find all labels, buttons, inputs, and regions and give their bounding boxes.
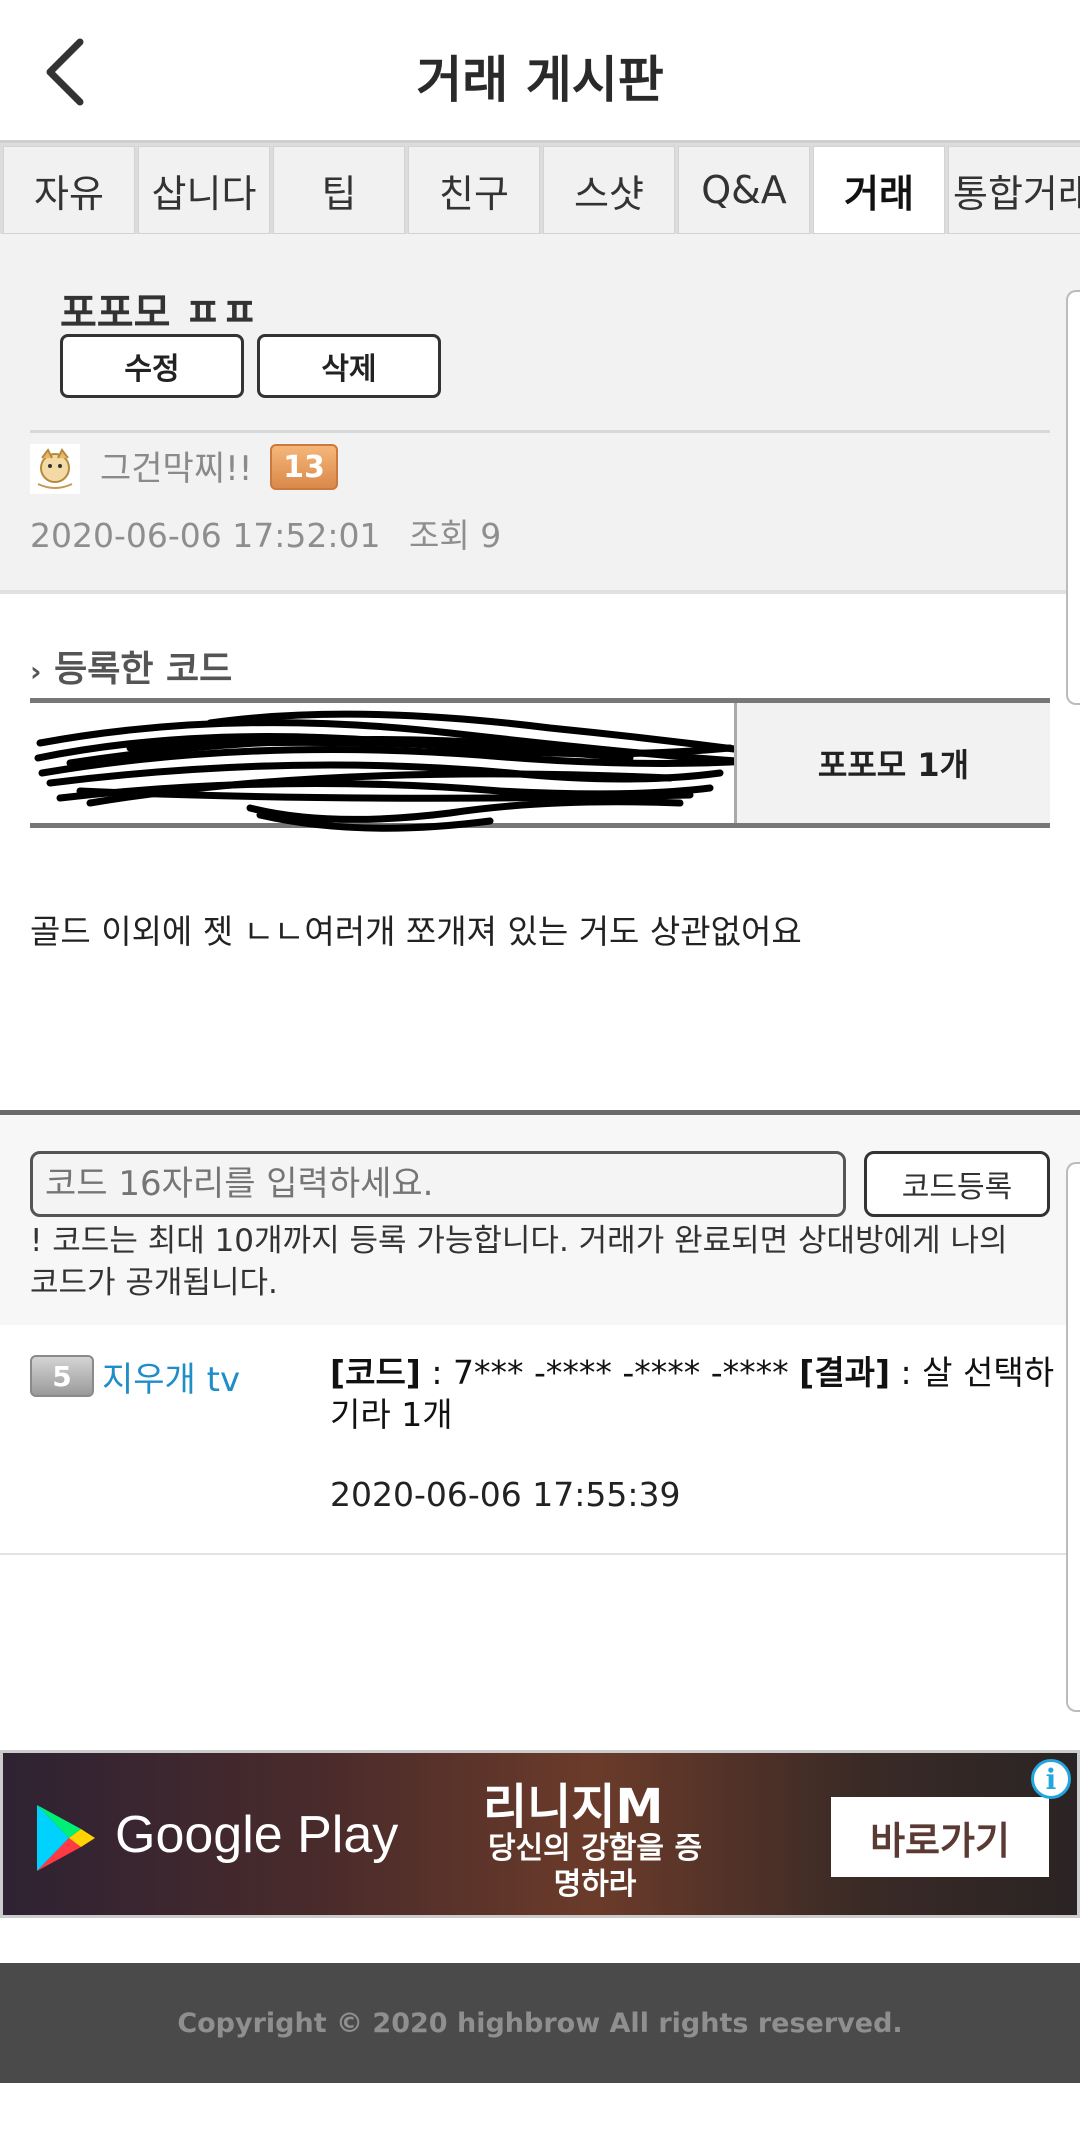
page-title: 거래 게시판: [416, 51, 664, 109]
register-notice: ! 코드는 최대 10개까지 등록 가능합니다. 거래가 완료되면 상대방에게 …: [30, 1223, 1008, 1301]
scrollbar-lower[interactable]: [1066, 1162, 1080, 1712]
result-label: [결과]: [799, 1353, 891, 1392]
redaction-scribble: [34, 710, 770, 832]
google-play-icon: [37, 1805, 95, 1871]
divider: [30, 430, 1050, 433]
tab-tips[interactable]: 팁: [273, 146, 405, 234]
chevron-right-icon: ›: [30, 655, 42, 688]
tab-friends[interactable]: 친구: [408, 146, 540, 234]
delete-button[interactable]: 삭제: [257, 334, 441, 398]
code-register-area: 코드등록 ! 코드는 최대 10개까지 등록 가능합니다. 거래가 완료되면 상…: [0, 1110, 1080, 1325]
tab-trade[interactable]: 거래: [813, 146, 945, 234]
ad-cta-button[interactable]: 바로가기: [831, 1797, 1049, 1877]
code-cell-redacted: [30, 703, 770, 832]
comment-user[interactable]: 지우개 tv: [102, 1352, 240, 1401]
ad-banner[interactable]: Google Play 리니지M 당신의 강함을 증명하라 바로가기 i: [0, 1750, 1080, 1918]
post-datetime: 2020-06-06 17:52:01: [30, 516, 381, 555]
post-meta: 2020-06-06 17:52:01 조회 9: [30, 509, 501, 557]
user-level-badge: 5: [30, 1355, 94, 1397]
ad-game-subtitle: 당신의 강함을 증명하라: [487, 1831, 703, 1902]
tab-free[interactable]: 자유: [3, 146, 135, 234]
ad-game-title: 리니지M: [483, 1779, 664, 1835]
comment-datetime: 2020-06-06 17:55:39: [330, 1475, 681, 1514]
app-header: 거래 게시판: [0, 0, 1080, 140]
avatar: [30, 444, 80, 494]
comment-text: [코드] : 7*** -**** -**** -**** [결과] : 살 선…: [330, 1352, 1060, 1436]
tab-buy[interactable]: 삽니다: [138, 146, 270, 234]
google-play-label: Google Play: [115, 1806, 399, 1864]
code-label: [코드]: [330, 1353, 421, 1392]
author-name[interactable]: 그건막찌!!: [100, 444, 252, 494]
tab-integrated-trade[interactable]: 통합거래: [948, 146, 1080, 234]
tab-qa[interactable]: Q&A: [678, 146, 810, 234]
post-views: 조회 9: [408, 516, 502, 555]
info-icon[interactable]: i: [1031, 1759, 1071, 1799]
code-input[interactable]: [30, 1151, 846, 1217]
board-tabs: 자유 삽니다 팁 친구 스샷 Q&A 거래 통합거래: [0, 140, 1080, 234]
code-register-button[interactable]: 코드등록: [864, 1151, 1050, 1217]
code-item: 포포모 1개: [737, 703, 1050, 823]
tab-screenshots[interactable]: 스샷: [543, 146, 675, 234]
code-comment-row: 5 지우개 tv [코드] : 7*** -**** -**** -**** […: [0, 1325, 1080, 1555]
post-header: 포포모 ㅍㅍ 수정 삭제 그건막찌!! 13 2020-06-06 17:52:…: [0, 234, 1080, 594]
code-value: : 7*** -**** -**** -****: [420, 1353, 800, 1392]
page: 거래 게시판 자유 삽니다 팁 친구 스샷 Q&A 거래 통합거래 포포모 ㅍㅍ…: [0, 0, 1080, 2150]
registered-code-table: 포포모 1개: [30, 698, 1050, 832]
post-body: 골드 이외에 젯 ㄴㄴ여러개 쪼개져 있는 거도 상관없어요: [30, 912, 802, 951]
author-level-badge: 13: [270, 444, 338, 490]
edit-button[interactable]: 수정: [60, 334, 244, 398]
footer-copyright: Copyright © 2020 highbrow All rights res…: [0, 1963, 1080, 2083]
registered-code-label: › 등록한 코드: [30, 649, 233, 690]
scrollbar[interactable]: [1066, 290, 1080, 705]
post-title: 포포모 ㅍㅍ: [60, 290, 258, 336]
